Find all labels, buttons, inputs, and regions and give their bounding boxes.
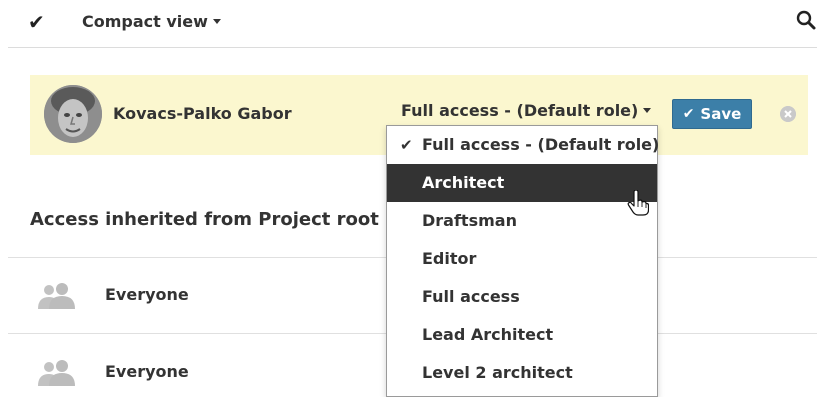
close-circle-icon[interactable] <box>780 106 796 122</box>
group-icon <box>38 283 75 309</box>
group-icon <box>38 360 75 386</box>
checkmark-icon[interactable]: ✔ <box>28 12 45 32</box>
menu-item-label: Full access <box>422 287 520 306</box>
menu-item-level-2-architect[interactable]: Level 2 architect <box>387 354 657 392</box>
checkmark-icon: ✔ <box>400 136 413 154</box>
menu-item-label: Level 2 architect <box>422 363 573 382</box>
avatar <box>44 85 102 143</box>
menu-item-architect[interactable]: Architect <box>387 164 657 202</box>
toolbar: ✔ Compact view <box>0 0 817 48</box>
menu-item-label: Full access - (Default role) <box>422 135 660 154</box>
hand-cursor-icon <box>627 190 649 216</box>
section-heading: Access inherited from Project root <box>30 209 379 230</box>
caret-down-icon <box>643 108 652 113</box>
menu-item-label: Draftsman <box>422 211 517 230</box>
selected-role: Full access - (Default role) <box>401 101 639 120</box>
search-icon[interactable] <box>795 9 817 31</box>
permission-name: Everyone <box>105 362 189 381</box>
role-dropdown-menu: ✔ Full access - (Default role) Architect… <box>386 125 660 397</box>
compact-view-label: Compact view <box>82 12 208 31</box>
toolbar-divider <box>8 47 817 48</box>
save-button[interactable]: ✔ Save <box>672 99 752 129</box>
role-select[interactable]: Full access - (Default role) <box>401 100 652 122</box>
save-label: Save <box>700 105 742 123</box>
menu-item-label: Lead Architect <box>422 325 554 344</box>
compact-view-dropdown[interactable]: Compact view <box>82 12 221 32</box>
checkmark-icon: ✔ <box>682 106 695 122</box>
menu-item-lead-architect[interactable]: Lead Architect <box>387 316 657 354</box>
menu-item-label: Architect <box>422 173 505 192</box>
menu-item-full-access[interactable]: Full access <box>387 278 657 316</box>
user-name: Kovacs-Palko Gabor <box>113 104 292 123</box>
menu-item-editor[interactable]: Editor <box>387 240 657 278</box>
menu-item-label: Editor <box>422 249 477 268</box>
caret-down-icon <box>212 19 221 24</box>
menu-item-draftsman[interactable]: Draftsman <box>387 202 657 240</box>
permission-name: Everyone <box>105 285 189 304</box>
menu-item-full-access-default[interactable]: ✔ Full access - (Default role) <box>387 126 660 164</box>
